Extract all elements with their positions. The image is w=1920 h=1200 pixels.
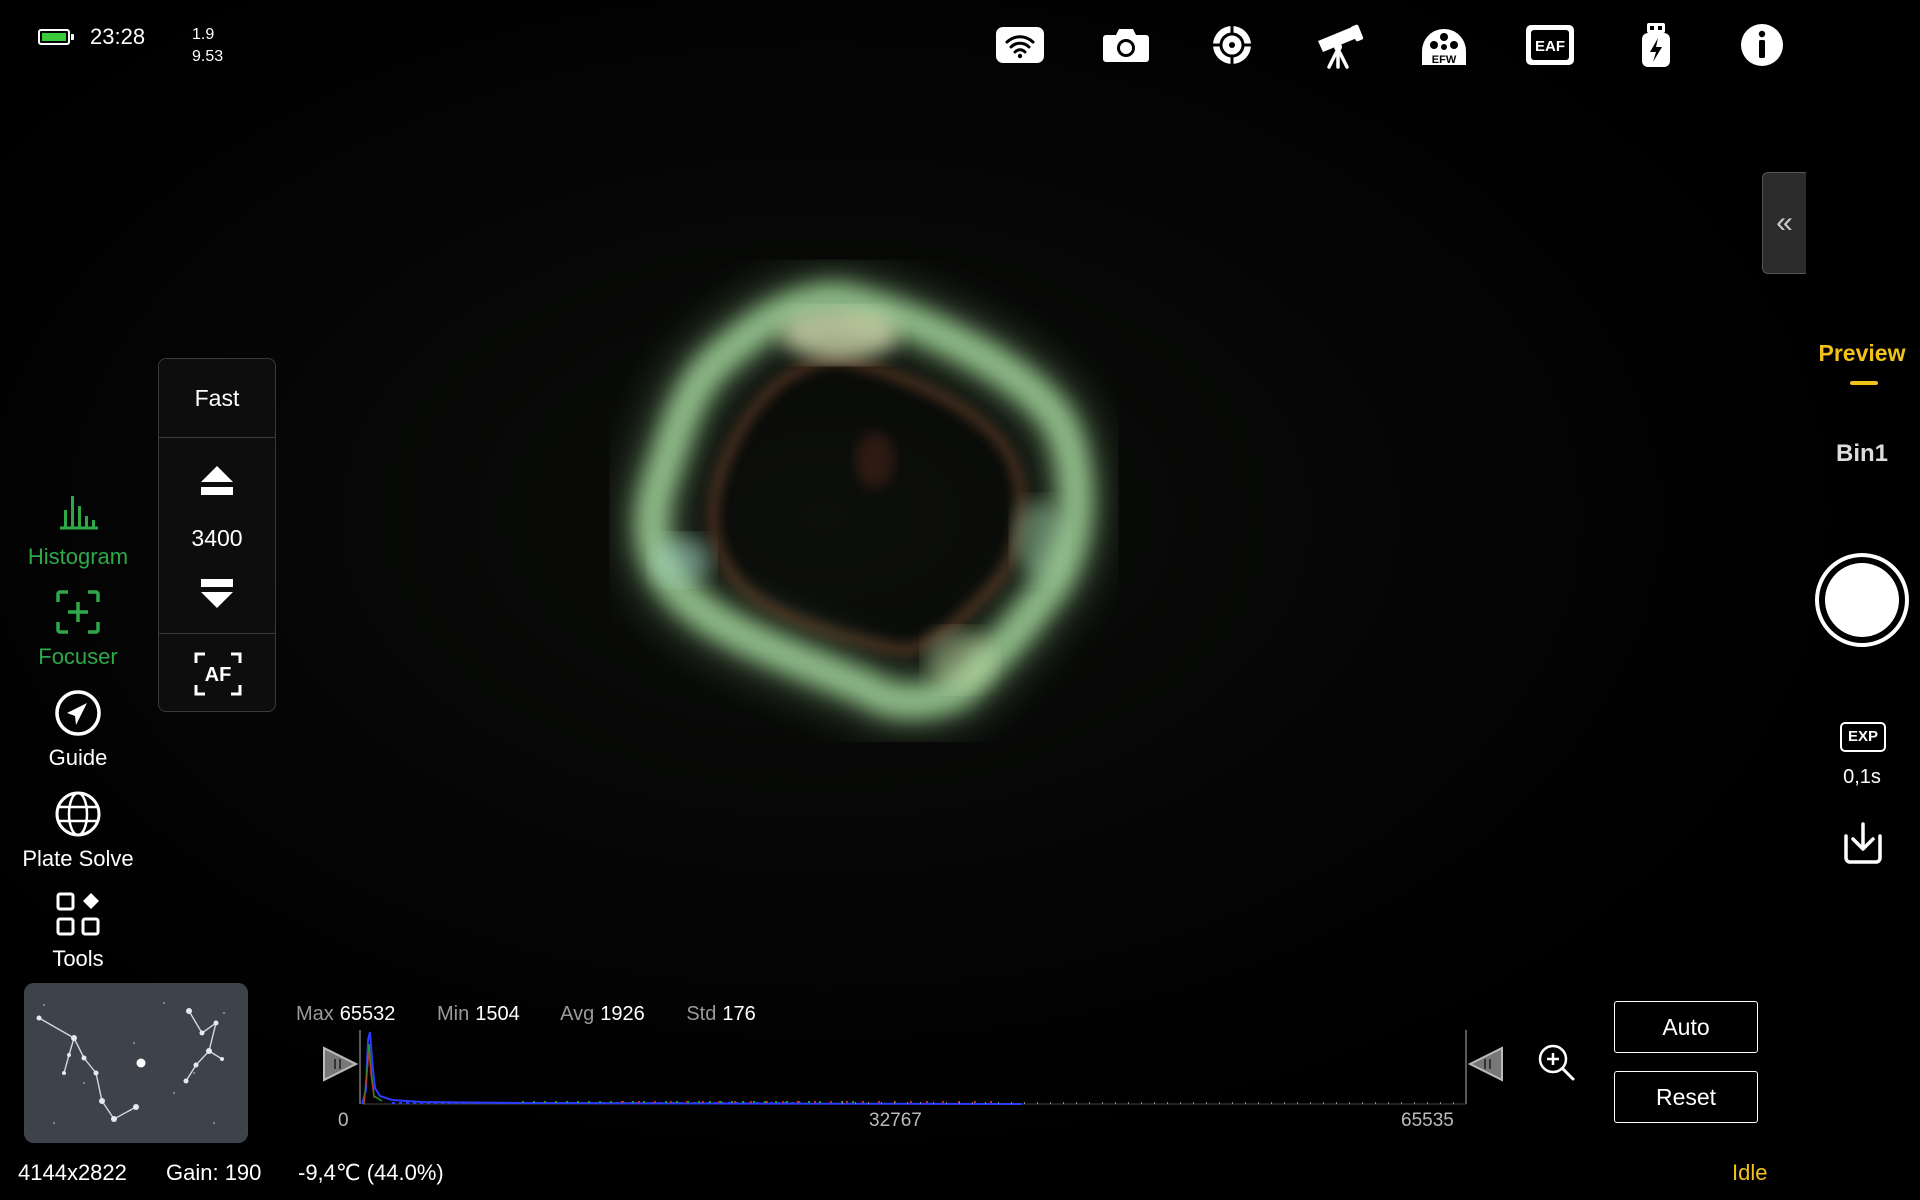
nav-tools[interactable]: Tools: [0, 890, 156, 972]
version-info: 1.9 9.53: [192, 26, 224, 65]
zoom-in-icon[interactable]: [1536, 1042, 1576, 1082]
histogram-tick-mid: 32767: [869, 1110, 922, 1131]
reset-button[interactable]: Reset: [1614, 1071, 1758, 1123]
nav-label: Histogram: [27, 544, 129, 569]
efw-icon[interactable]: EFW: [1416, 20, 1472, 70]
focus-speed-selector[interactable]: Fast: [159, 359, 275, 438]
focus-in-up-icon[interactable]: [199, 463, 235, 499]
exposure-icon[interactable]: EXP: [1840, 722, 1886, 752]
guide-icon: [55, 690, 101, 736]
svg-text:EFW: EFW: [1432, 54, 1457, 66]
crosshair-icon[interactable]: [1204, 20, 1260, 70]
telescope-icon[interactable]: [1310, 20, 1366, 70]
autofocus-button[interactable]: AF: [193, 651, 243, 697]
nav-histogram[interactable]: Histogram: [0, 488, 156, 570]
preview-mode-tab[interactable]: Preview: [1802, 340, 1920, 367]
nav-plate-solve[interactable]: Plate Solve: [0, 790, 156, 872]
std-value: 176: [722, 1003, 756, 1025]
info-icon[interactable]: [1734, 20, 1790, 70]
nav-focuser[interactable]: Focuser: [0, 588, 156, 670]
eaf-icon[interactable]: EAF: [1522, 20, 1578, 70]
double-chevron-left-icon: «: [1776, 206, 1793, 239]
auto-stretch-button[interactable]: Auto: [1614, 1001, 1758, 1053]
camera-state: Idle: [1732, 1160, 1768, 1185]
globe-icon: [55, 791, 101, 837]
divider: [159, 633, 275, 634]
focuser-icon: [56, 590, 100, 634]
sensor-temperature: -9,4℃ (44.0%): [298, 1160, 444, 1185]
nav-label: Tools: [52, 946, 104, 971]
tools-grid-icon: [56, 892, 100, 936]
svg-text:EAF: EAF: [1535, 38, 1565, 55]
nav-guide[interactable]: Guide: [0, 689, 156, 771]
nav-label: Plate Solve: [22, 846, 134, 871]
camera-icon[interactable]: [1098, 20, 1154, 70]
shutter-button[interactable]: [1815, 553, 1909, 647]
max-value: 65532: [339, 1003, 396, 1025]
nav-label: Focuser: [38, 644, 118, 669]
focuser-panel: Fast 3400 AF: [158, 358, 276, 712]
min-value: 1504: [475, 1003, 520, 1025]
resolution-info: 4144x2822: [18, 1160, 127, 1185]
histogram-icon: [60, 496, 98, 530]
focuser-position: 3400: [191, 525, 243, 551]
histogram-stats: Max 65532 Min 1504 Avg 1926 Std 176: [296, 1003, 756, 1025]
status-bar: 23:28: [38, 24, 145, 50]
usb-power-icon[interactable]: [1628, 20, 1684, 70]
nav-label: Guide: [48, 745, 108, 770]
collapse-panel-button[interactable]: «: [1762, 172, 1806, 274]
bin-selector[interactable]: Bin1: [1802, 440, 1920, 468]
exposure-value[interactable]: 0,1s: [1802, 766, 1920, 789]
download-icon[interactable]: [1838, 820, 1888, 866]
clock: 23:28: [90, 24, 146, 49]
histogram-plot[interactable]: [322, 1030, 1586, 1110]
avg-value: 1926: [600, 1003, 645, 1025]
histogram-tick-min: 0: [338, 1110, 349, 1131]
wifi-icon[interactable]: [992, 20, 1048, 70]
histogram-tick-max: 65535: [1401, 1110, 1454, 1131]
svg-text:AF: AF: [205, 664, 232, 686]
focus-out-down-icon[interactable]: [199, 575, 235, 611]
active-tab-indicator: [1850, 381, 1878, 385]
constellation-map-icon: [24, 983, 248, 1143]
sky-atlas-thumbnail[interactable]: [24, 983, 248, 1143]
battery-icon: [38, 29, 74, 45]
gain-info: Gain: 190: [166, 1160, 262, 1185]
